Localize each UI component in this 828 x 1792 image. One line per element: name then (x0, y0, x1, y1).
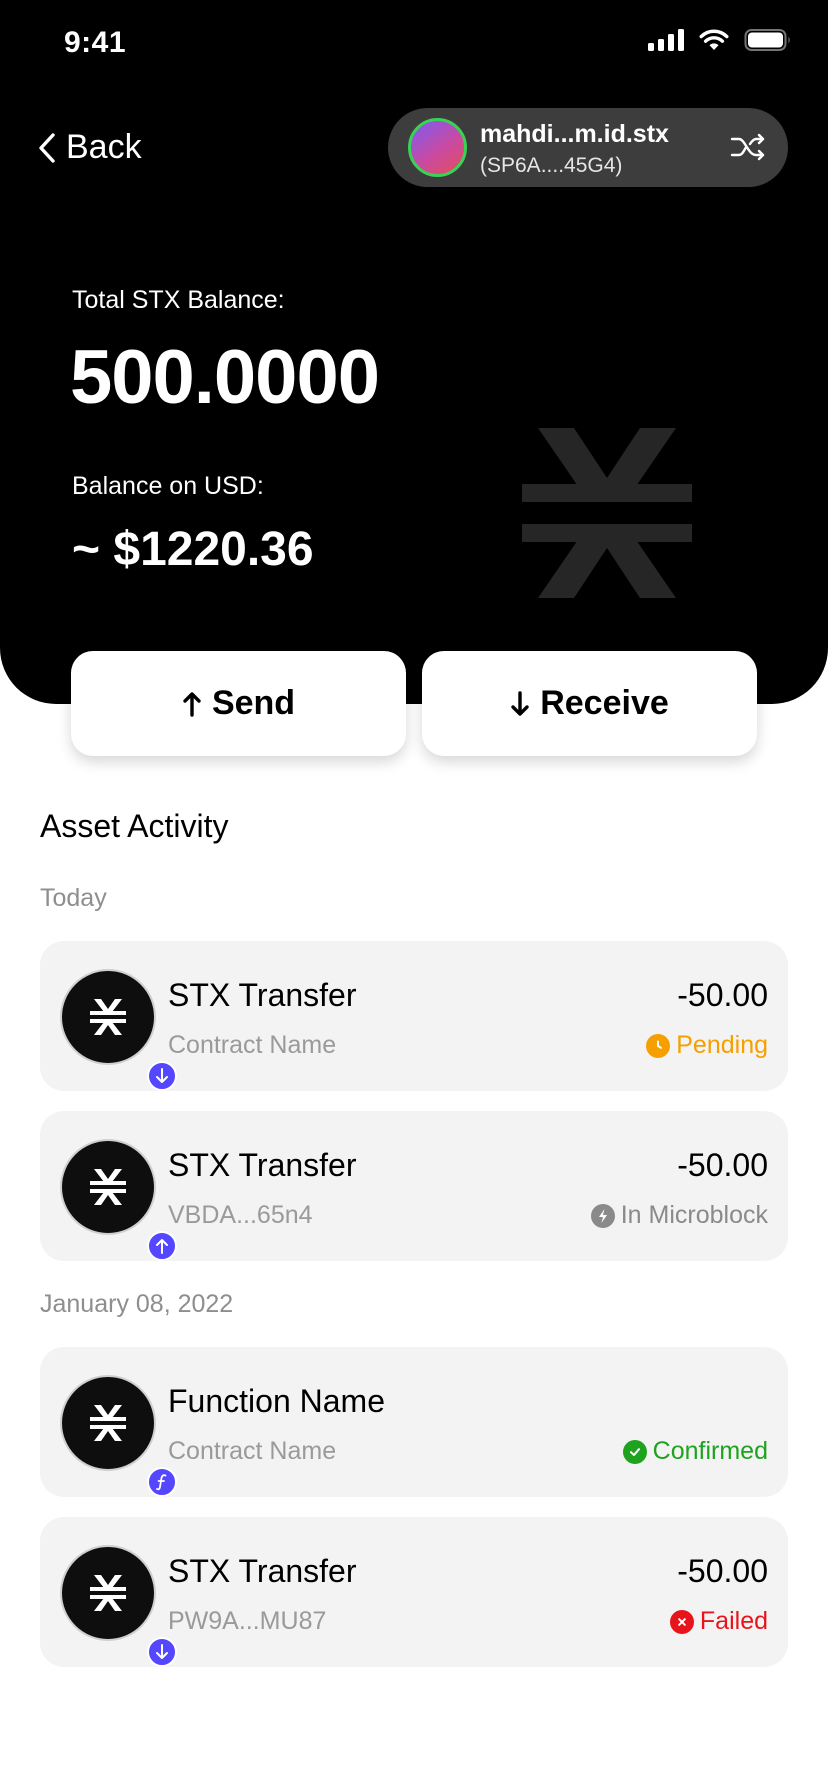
usd-balance-label: Balance on USD: (72, 472, 264, 500)
tx-title: STX Transfer (168, 1147, 357, 1183)
arrow-down-icon (511, 690, 529, 716)
group-label-today: Today (40, 884, 107, 912)
tx-title: STX Transfer (168, 1553, 357, 1589)
avatar (408, 118, 467, 177)
tx-subtitle: PW9A...MU87 (168, 1607, 327, 1635)
group-label-date: January 08, 2022 (40, 1290, 234, 1318)
status-label: Confirmed (652, 1437, 768, 1465)
status-badge: Confirmed (622, 1437, 768, 1466)
send-label: Send (211, 684, 296, 722)
function-icon (147, 1467, 177, 1497)
receive-label: Receive (540, 684, 669, 722)
status-icons (648, 28, 792, 52)
stx-token-icon (60, 1375, 177, 1497)
status-label: Pending (676, 1031, 768, 1059)
activity-item[interactable]: Function Name Contract Name Confirmed (40, 1347, 788, 1497)
stx-token-icon (60, 1139, 177, 1261)
tx-amount: -50.00 (677, 1147, 768, 1183)
activity-title: Asset Activity (40, 808, 229, 844)
status-label: In Microblock (620, 1201, 768, 1229)
stx-token-icon (60, 969, 177, 1091)
send-button[interactable]: Send (71, 651, 406, 756)
incoming-arrow-icon (147, 1061, 177, 1091)
status-badge: Pending (646, 1031, 768, 1060)
clock-icon (646, 1033, 671, 1058)
receive-button[interactable]: Receive (422, 651, 757, 756)
error-icon (669, 1609, 694, 1634)
stx-balance-label: Total STX Balance: (72, 286, 285, 314)
balance-header: 9:41 Back mahdi...m.id.stx (SP6A....45G4… (0, 0, 828, 704)
usd-balance-value: ~ $1220.36 (72, 523, 314, 576)
wifi-icon (699, 29, 729, 50)
account-name: mahdi...m.id.stx (480, 120, 669, 148)
tx-subtitle: VBDA...65n4 (168, 1201, 313, 1229)
tx-subtitle: Contract Name (168, 1031, 337, 1059)
tx-subtitle: Contract Name (168, 1437, 337, 1465)
activity-item[interactable]: STX Transfer Contract Name -50.00 Pendin… (40, 941, 788, 1091)
activity-item[interactable]: STX Transfer PW9A...MU87 -50.00 Failed (40, 1517, 788, 1667)
tx-title: STX Transfer (168, 977, 357, 1013)
status-bar: 9:41 (0, 0, 828, 84)
battery-icon (744, 29, 790, 51)
status-badge: Failed (669, 1607, 768, 1636)
stx-token-icon (60, 1545, 177, 1667)
lightning-icon (590, 1203, 615, 1228)
arrow-up-icon (183, 691, 201, 717)
stx-balance-value: 500.0000 (70, 335, 380, 420)
account-switcher[interactable]: mahdi...m.id.stx (SP6A....45G4) (388, 108, 788, 187)
check-icon (622, 1439, 647, 1464)
status-badge: In Microblock (590, 1201, 768, 1230)
back-label: Back (66, 128, 142, 166)
chevron-left-icon (39, 132, 55, 163)
tx-title: Function Name (168, 1383, 385, 1419)
outgoing-arrow-icon (147, 1231, 177, 1261)
cellular-signal-icon (648, 29, 684, 51)
back-button[interactable]: Back (38, 128, 142, 167)
status-label: Failed (699, 1607, 768, 1635)
account-address: (SP6A....45G4) (480, 154, 623, 177)
activity-item[interactable]: STX Transfer VBDA...65n4 -50.00 In Micro… (40, 1111, 788, 1261)
shuffle-icon[interactable] (730, 132, 766, 162)
incoming-arrow-icon (147, 1637, 177, 1667)
tx-amount: -50.00 (677, 977, 768, 1013)
status-time: 9:41 (64, 26, 127, 59)
stacks-logo-icon (522, 428, 692, 598)
tx-amount: -50.00 (677, 1553, 768, 1589)
